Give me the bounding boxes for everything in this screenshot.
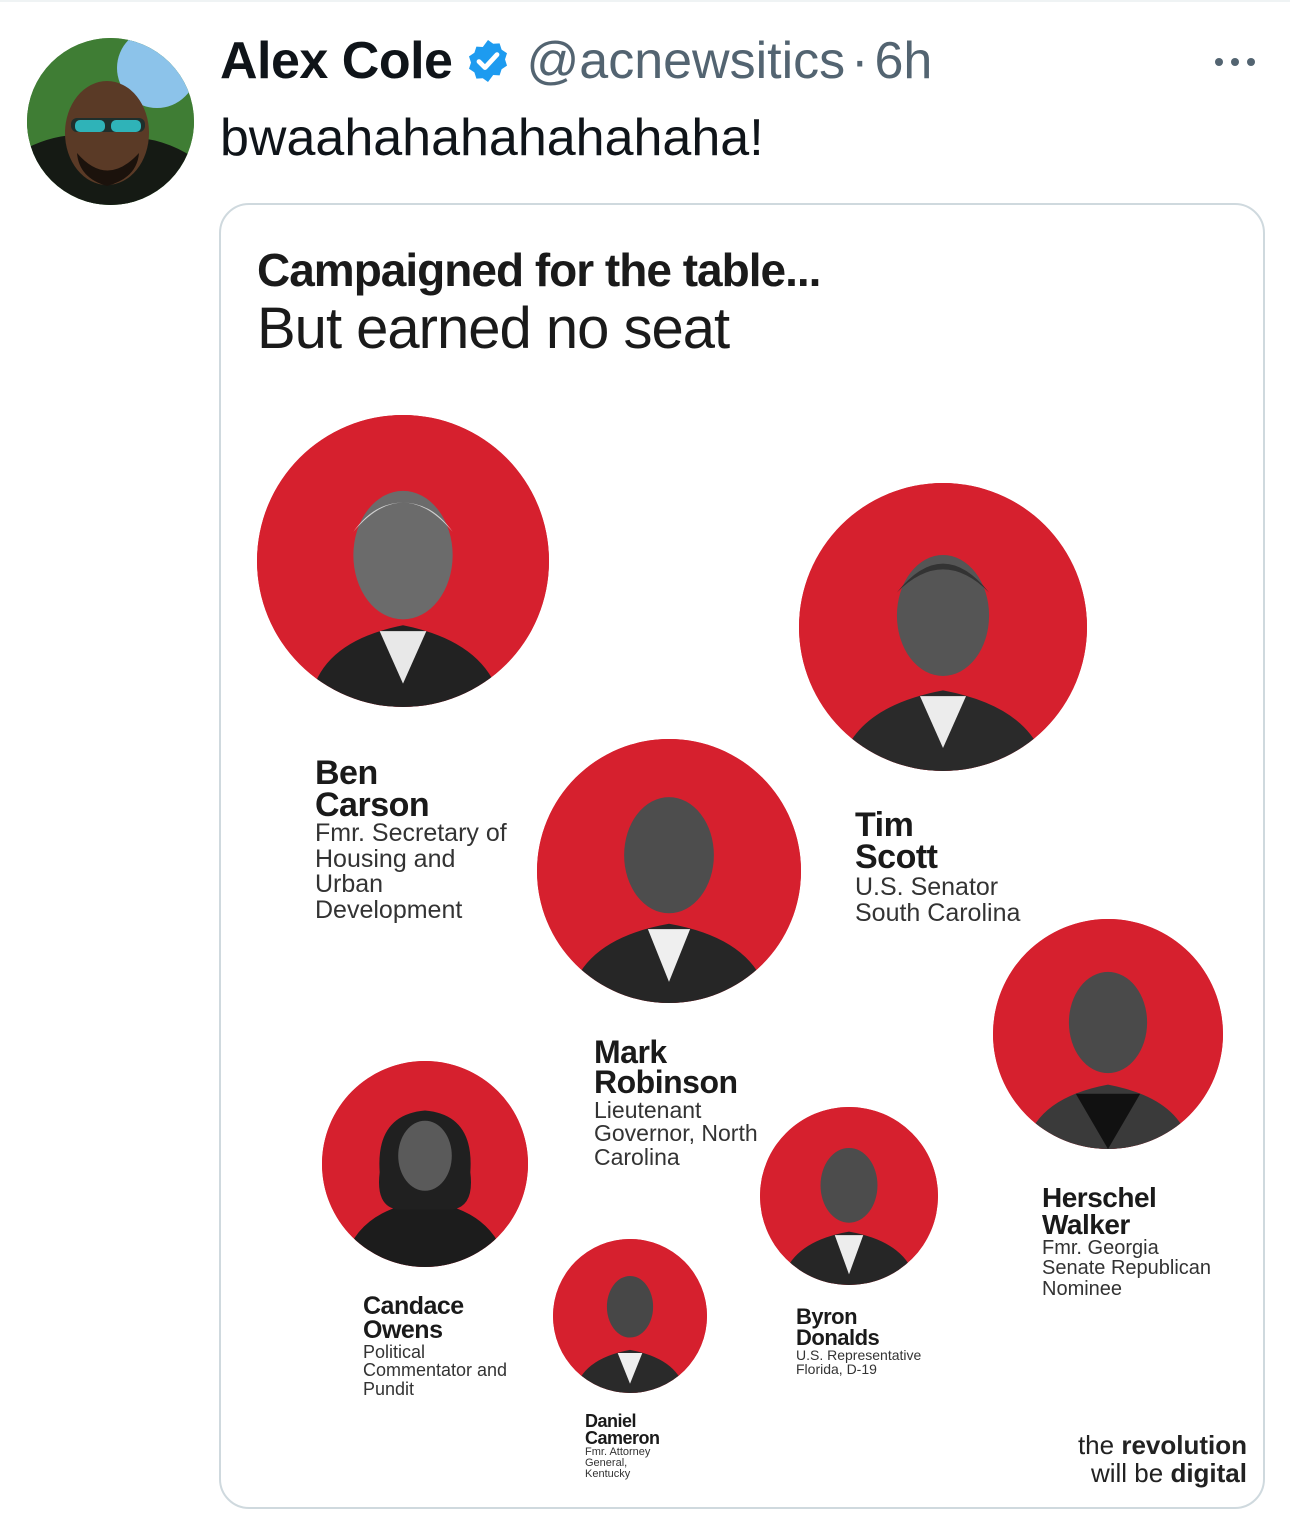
brand-logo-text: the revolution will be digital bbox=[1077, 1430, 1247, 1488]
person-role: Lieutenant Governor, North Carolina bbox=[594, 1097, 758, 1170]
person-role: Fmr. Attorney General, Kentucky bbox=[585, 1446, 651, 1481]
person-name: Daniel Cameron bbox=[585, 1411, 660, 1449]
person-name: Tim Scott bbox=[855, 806, 938, 877]
portrait-mark-robinson bbox=[537, 739, 801, 1003]
portrait-herschel-walker bbox=[993, 919, 1223, 1149]
graphic-title: Campaigned for the table... bbox=[257, 244, 821, 296]
person-name: Mark Robinson bbox=[594, 1034, 738, 1101]
more-options-icon[interactable] bbox=[1210, 50, 1260, 74]
person-name: Candace Owens bbox=[363, 1292, 464, 1344]
person-role: U.S. Representative Florida, D-19 bbox=[796, 1347, 922, 1378]
author-avatar[interactable] bbox=[27, 38, 194, 205]
person-name: Ben Carson bbox=[315, 754, 430, 825]
person-name: Herschel Walker bbox=[1042, 1182, 1157, 1240]
portrait-candace-owens bbox=[322, 1061, 528, 1267]
author-name[interactable]: Alex Cole bbox=[220, 31, 453, 91]
person-role: Political Commentator and Pundit bbox=[363, 1342, 508, 1399]
portrait-byron-donalds bbox=[760, 1107, 938, 1285]
person-name: Byron Donalds bbox=[796, 1304, 880, 1350]
top-divider bbox=[0, 0, 1290, 2]
tweet-media-image[interactable]: Campaigned for the table... But earned n… bbox=[219, 203, 1265, 1509]
portrait-daniel-cameron bbox=[553, 1239, 707, 1393]
person-role: Fmr. Georgia Senate Republican Nominee bbox=[1042, 1237, 1212, 1300]
tweet-timestamp[interactable]: 6h bbox=[874, 31, 932, 91]
person-role: Fmr. Secretary of Housing and Urban Develop… bbox=[315, 819, 507, 924]
graphic-subtitle: But earned no seat bbox=[257, 296, 730, 361]
verified-badge-icon bbox=[469, 40, 508, 82]
portrait-tim-scott bbox=[799, 483, 1087, 771]
person-role: U.S. Senator South Carolina bbox=[855, 873, 1021, 927]
tweet-author-row: Alex Cole @acnewsitics · 6h bbox=[220, 30, 932, 92]
separator-dot: · bbox=[851, 32, 869, 90]
tweet-text: bwaahahahahahahaha! bbox=[220, 109, 764, 167]
portrait-ben-carson bbox=[257, 415, 549, 707]
author-handle[interactable]: @acnewsitics bbox=[526, 31, 845, 91]
